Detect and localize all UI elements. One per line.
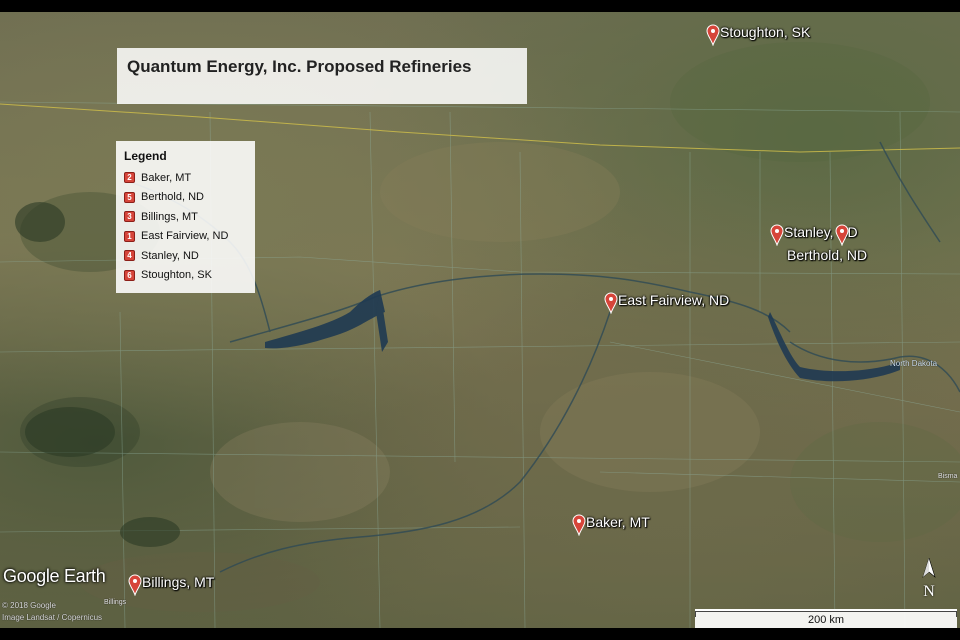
legend-panel: Legend 2 Baker, MT 5 Berthold, ND 3 Bill… (116, 141, 255, 293)
town-label: Billings (104, 599, 127, 606)
marker-label: Billings, MT (142, 574, 215, 590)
scale-label: 200 km (807, 614, 845, 626)
map-terrain (0, 42, 960, 628)
map-title-box: Quantum Energy, Inc. Proposed Refineries (117, 48, 527, 104)
legend-item[interactable]: 4 Stanley, ND (124, 246, 247, 266)
legend-item[interactable]: 3 Billings, MT (124, 207, 247, 227)
legend-item-label: Berthold, ND (141, 191, 204, 204)
legend-title: Legend (124, 149, 167, 163)
marker-berthold-pin[interactable] (835, 224, 849, 246)
legend-item-label: Billings, MT (141, 210, 198, 223)
google-earth-logo: Google Earth (3, 566, 106, 586)
legend-item-label: East Fairview, ND (141, 230, 229, 243)
north-arrow[interactable]: N (918, 557, 940, 604)
legend-marker-icon: 6 (124, 269, 135, 281)
marker-east-fairview[interactable]: East Fairview, ND (604, 292, 729, 314)
marker-billings[interactable]: Billings, MT (128, 574, 214, 596)
copyright-line: © 2018 Google (2, 601, 56, 610)
legend-item[interactable]: 5 Berthold, ND (124, 188, 247, 208)
legend-item-label: Stanley, ND (141, 249, 199, 262)
map-pin-icon (835, 224, 849, 246)
state-label: North Dakota (890, 359, 938, 368)
marker-stoughton[interactable]: Stoughton, SK (706, 24, 810, 46)
legend-marker-icon: 3 (124, 211, 135, 223)
legend-marker-icon: 1 (124, 230, 135, 242)
map-pin-icon (572, 514, 586, 536)
marker-label-berthold: Berthold, ND (787, 247, 868, 263)
map-pin-icon (770, 224, 784, 246)
marker-label: Stoughton, SK (720, 24, 811, 40)
map-pin-icon (128, 574, 142, 596)
legend-marker-icon: 5 (124, 191, 135, 203)
marker-baker[interactable]: Baker, MT (572, 514, 650, 536)
legend-marker-icon: 4 (124, 250, 135, 262)
map-title: Quantum Energy, Inc. Proposed Refineries (127, 57, 472, 76)
legend-marker-icon: 2 (124, 172, 135, 184)
marker-label: East Fairview, ND (618, 292, 730, 308)
north-arrow-icon (922, 557, 936, 578)
legend-item-label: Baker, MT (141, 171, 192, 184)
legend-item[interactable]: 1 East Fairview, ND (124, 227, 247, 247)
town-label: Bisma (938, 473, 958, 480)
map-pin-icon (706, 24, 720, 46)
scale-bar: 200 km (695, 609, 957, 628)
satellite-map[interactable]: Quantum Energy, Inc. Proposed Refineries… (0, 12, 960, 628)
marker-label: Baker, MT (586, 514, 650, 530)
north-label: N (923, 583, 935, 600)
legend-item[interactable]: 6 Stoughton, SK (124, 266, 247, 286)
map-pin-icon (604, 292, 618, 314)
legend-item-label: Stoughton, SK (141, 269, 212, 282)
legend-item[interactable]: 2 Baker, MT (124, 168, 247, 188)
copyright-line: Image Landsat / Copernicus (2, 613, 103, 622)
